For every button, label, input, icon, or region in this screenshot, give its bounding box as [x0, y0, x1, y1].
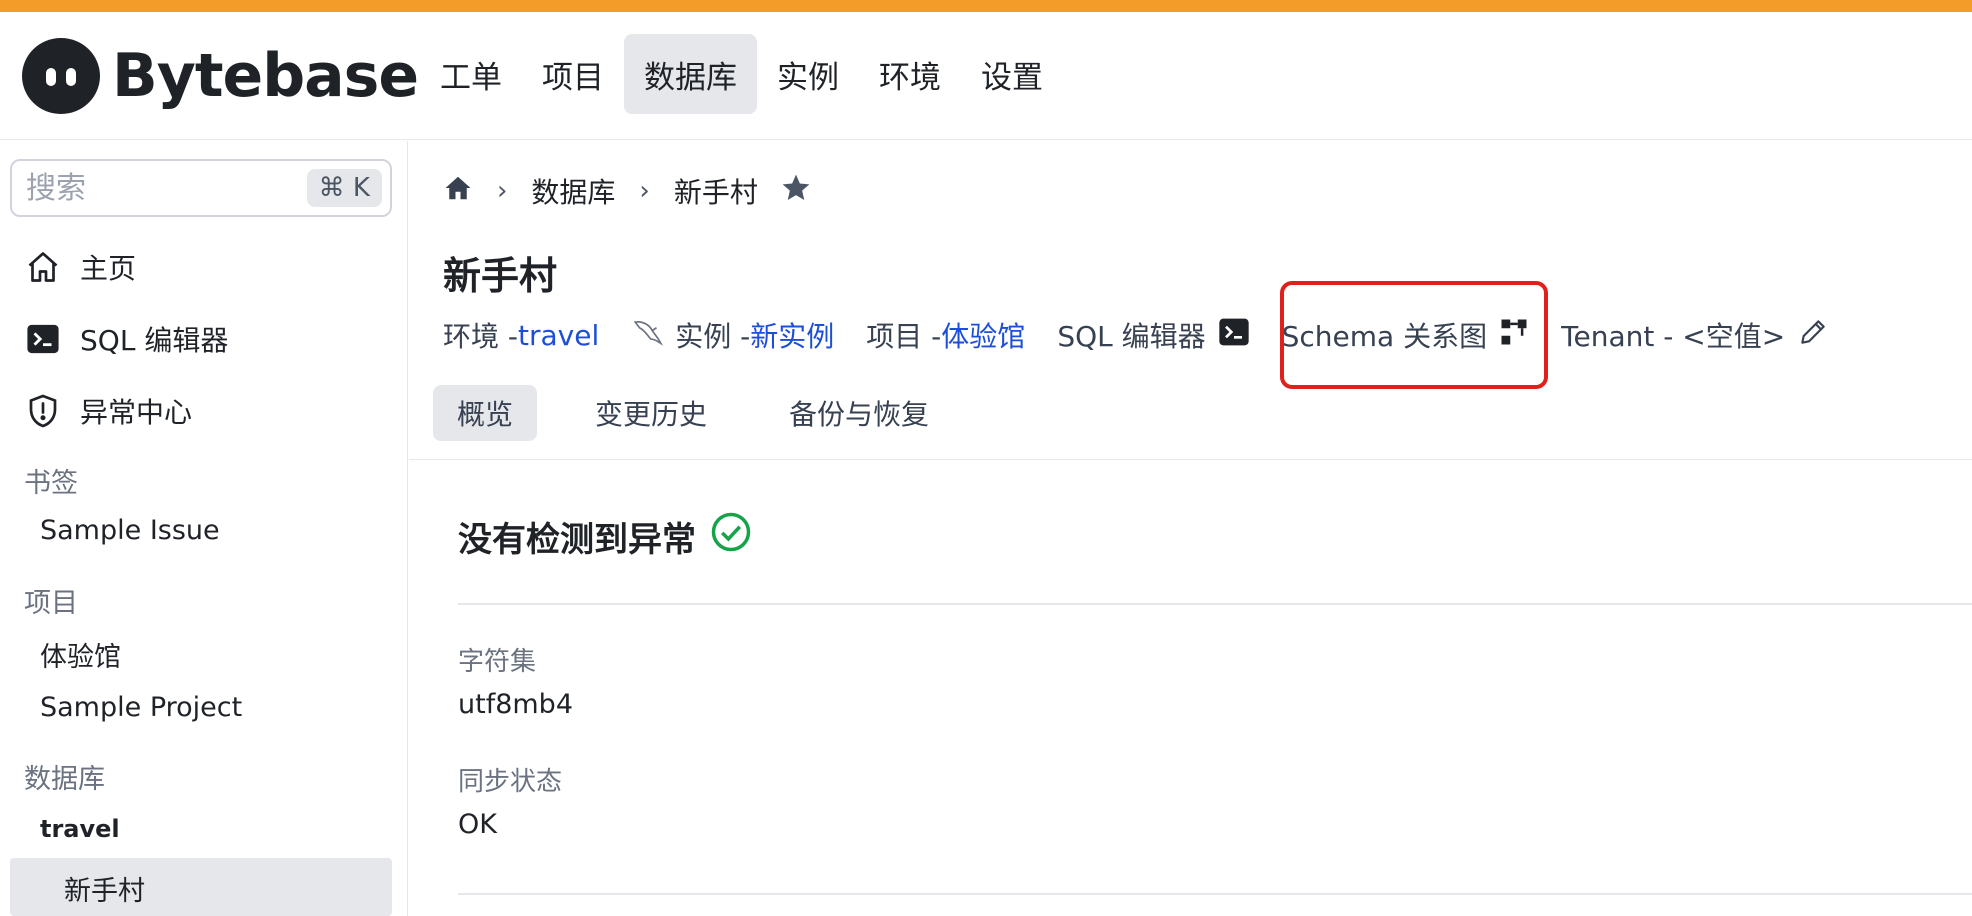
environment-link[interactable]: travel — [518, 319, 599, 352]
topnav-instances[interactable]: 实例 — [757, 34, 859, 114]
database-meta-bar: 环境 - travel 实例 - 新实例 项目 - 体验馆 SQL 编辑器 Sc… — [443, 311, 1861, 359]
sidebar-item-label: 异常中心 — [80, 396, 193, 429]
topnav-databases[interactable]: 数据库 — [624, 34, 757, 114]
anomaly-status: 没有检测到异常 — [458, 511, 752, 562]
chevron-right-icon: › — [497, 176, 508, 206]
breadcrumb-databases[interactable]: 数据库 — [531, 171, 615, 211]
bytebase-logo-icon — [22, 38, 100, 114]
app-header: Bytebase 工单 项目 数据库 实例 环境 设置 — [0, 12, 1972, 140]
projects-section-title: 项目 — [24, 588, 78, 619]
sidebar-item-label: 主页 — [80, 252, 137, 285]
bookmarks-section-title: 书签 — [24, 468, 78, 499]
sql-editor-label: SQL 编辑器 — [1057, 320, 1206, 353]
meta-project-label: 项目 - — [866, 320, 942, 353]
instance-link[interactable]: 新实例 — [750, 315, 834, 355]
home-icon — [24, 248, 62, 286]
database-tabs: 概览 变更历史 备份与恢复 — [433, 385, 953, 441]
sidebar-database-xinshoucun[interactable]: 新手村 — [64, 869, 145, 908]
mysql-dolphin-icon — [631, 315, 665, 356]
sync-status-label: 同步状态 — [458, 767, 563, 797]
tenant-field: Tenant - <空值> — [1561, 315, 1829, 355]
terminal-icon — [24, 320, 62, 358]
star-icon[interactable] — [780, 172, 812, 211]
charset-value: utf8mb4 — [458, 689, 574, 720]
sidebar-project-tiyanguan[interactable]: 体验馆 — [40, 635, 121, 674]
chevron-right-icon: › — [639, 176, 650, 206]
sidebar-item-anomaly-center[interactable]: 异常中心 — [24, 391, 192, 431]
meta-instance: 实例 - 新实例 — [631, 315, 834, 356]
shield-icon — [24, 392, 62, 430]
sidebar-env-travel[interactable]: travel — [40, 815, 120, 843]
schema-diagram-label: Schema 关系图 — [1281, 320, 1488, 353]
section-divider-bottom — [458, 893, 1972, 895]
schema-diagram-button[interactable]: Schema 关系图 — [1282, 315, 1529, 355]
topnav-settings[interactable]: 设置 — [961, 34, 1063, 114]
pencil-icon[interactable] — [1797, 316, 1829, 355]
sidebar-item-label: SQL 编辑器 — [80, 324, 229, 357]
top-accent-bar — [0, 0, 1972, 12]
search-shortcut-badge: ⌘ K — [306, 169, 382, 207]
meta-project: 项目 - 体验馆 — [866, 315, 1025, 355]
meta-env-label: 环境 - — [443, 320, 519, 353]
top-navigation: 工单 项目 数据库 实例 环境 设置 — [420, 34, 1063, 114]
tenant-label: Tenant - <空值> — [1561, 320, 1786, 353]
check-circle-icon — [710, 511, 752, 562]
sidebar: ⌘ K 主页 SQL 编辑器 异常中心 书签 Sample Issue 项目 体… — [0, 141, 408, 916]
breadcrumb: › 数据库 › 新手村 — [443, 171, 812, 211]
page-title: 新手村 — [443, 254, 558, 298]
topnav-projects[interactable]: 项目 — [522, 34, 624, 114]
bytebase-logo[interactable]: Bytebase — [22, 38, 419, 114]
home-icon[interactable] — [443, 173, 473, 210]
search-input[interactable] — [12, 170, 302, 206]
meta-environment: 环境 - travel — [443, 315, 599, 355]
tabs-divider — [409, 459, 1972, 460]
brand-name: Bytebase — [112, 41, 419, 111]
sql-editor-button[interactable]: SQL 编辑器 — [1057, 315, 1249, 355]
sidebar-item-home[interactable]: 主页 — [24, 247, 136, 287]
charset-label: 字符集 — [458, 647, 537, 677]
anomaly-status-text: 没有检测到异常 — [458, 520, 696, 560]
meta-instance-label: 实例 - — [675, 320, 751, 353]
sidebar-search[interactable]: ⌘ K — [10, 159, 392, 217]
tab-change-history[interactable]: 变更历史 — [571, 385, 731, 441]
project-link[interactable]: 体验馆 — [941, 315, 1025, 355]
breadcrumb-current: 新手村 — [673, 176, 758, 209]
terminal-icon — [1218, 316, 1250, 355]
schema-diagram-icon — [1499, 317, 1529, 354]
main-content: › 数据库 › 新手村 新手村 环境 - travel 实例 - 新实例 项目 … — [409, 141, 1972, 916]
sync-status-value: OK — [458, 809, 497, 840]
sidebar-project-sample[interactable]: Sample Project — [40, 692, 242, 723]
topnav-issues[interactable]: 工单 — [420, 34, 522, 114]
databases-section-title: 数据库 — [24, 764, 105, 795]
tab-overview[interactable]: 概览 — [433, 385, 538, 441]
bookmark-sample-issue[interactable]: Sample Issue — [40, 515, 220, 546]
section-divider — [458, 603, 1972, 605]
tab-backup-restore[interactable]: 备份与恢复 — [765, 385, 953, 441]
sidebar-item-sql-editor[interactable]: SQL 编辑器 — [24, 319, 228, 359]
topnav-environments[interactable]: 环境 — [859, 34, 961, 114]
